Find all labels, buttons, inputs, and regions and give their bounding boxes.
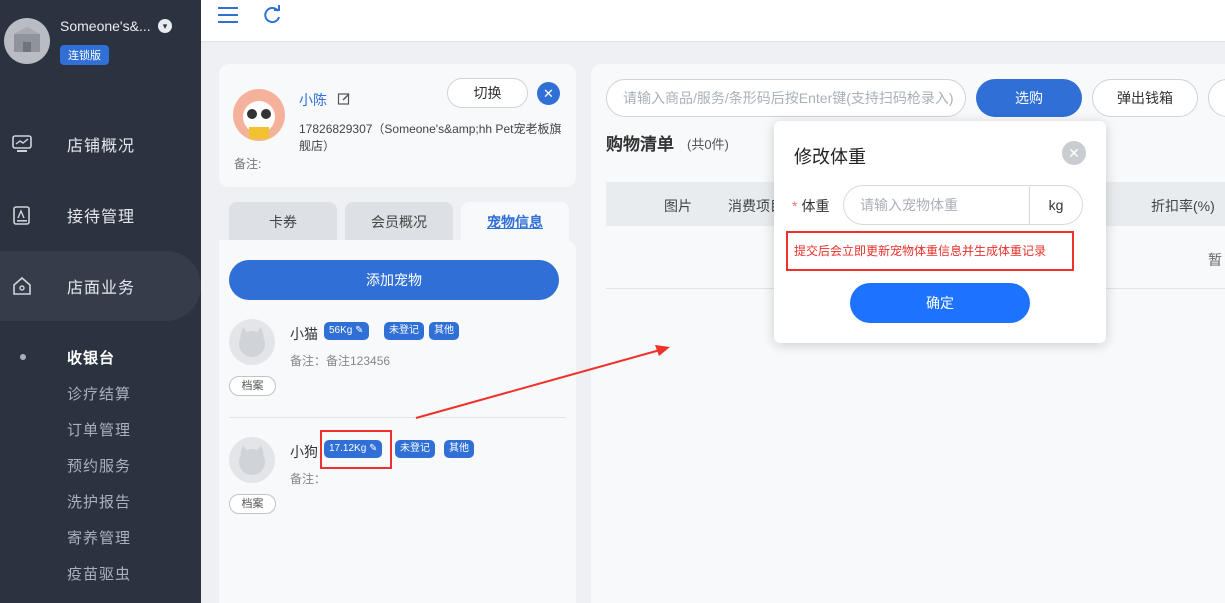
member-card: 小陈 切换 ✕ 17826829307（Someone's&amp;hh Pet… — [219, 64, 576, 187]
pet-status-tag: 未登记 — [395, 440, 435, 458]
add-pet-button[interactable]: 添加宠物 — [229, 260, 559, 300]
weight-input[interactable]: 请输入宠物体重 — [843, 185, 1030, 225]
sidebar-item-reception[interactable]: 接待管理 — [0, 180, 201, 250]
pet-type-tag: 其他 — [429, 322, 459, 340]
submenu-item-boarding[interactable]: 寄养管理 — [67, 527, 131, 548]
tab-coupons[interactable]: 卡券 — [229, 202, 337, 242]
product-search-input[interactable]: 请输入商品/服务/条形码后按Enter键(支持扫码枪录入) — [606, 79, 966, 117]
edition-badge: 连锁版 — [60, 45, 109, 65]
active-dot — [20, 354, 26, 360]
pencil-icon: ✎ — [355, 325, 364, 336]
member-avatar — [233, 89, 285, 141]
pet-note: 备注：备注123456 — [290, 354, 391, 368]
pet-panel: 添加宠物 小猫 56Kg ✎ 未登记 其他 备注：备注123456 档案 小狗 … — [219, 240, 576, 603]
submenu-item-appointments[interactable]: 预约服务 — [67, 455, 131, 476]
store-switcher[interactable]: Someone's&... ▾ 连锁版 — [4, 16, 201, 66]
pet-name: 小猫 — [290, 326, 318, 342]
pet-avatar — [229, 319, 275, 365]
member-note: 备注: — [234, 157, 262, 171]
pet-file-button[interactable]: 档案 — [229, 494, 276, 514]
sidebar-item-label: 店面业务 — [67, 280, 136, 297]
clipboard-icon — [13, 206, 30, 225]
weight-unit: kg — [1029, 185, 1083, 225]
pet-weight: 56Kg — [329, 325, 353, 336]
weight-label-text: 体重 — [801, 198, 830, 214]
sidebar-item-storefront[interactable]: 店面业务 — [0, 251, 201, 321]
pet-avatar — [229, 437, 275, 483]
confirm-button[interactable]: 确定 — [850, 283, 1030, 323]
top-bar — [201, 0, 1225, 42]
open-cash-drawer-button[interactable]: 弹出钱箱 — [1092, 79, 1198, 117]
tab-member-overview[interactable]: 会员概况 — [345, 202, 453, 242]
column-image: 图片 — [664, 198, 692, 214]
modal-tip: 提交后会立即更新宠物体重信息并生成体重记录 — [786, 231, 1074, 271]
more-button[interactable] — [1208, 79, 1225, 117]
sidebar: Someone's&... ▾ 连锁版 店铺概况 接待管理 店面业务 收银台 诊… — [0, 0, 201, 603]
monitor-icon — [12, 135, 32, 152]
sidebar-item-label: 店铺概况 — [67, 138, 136, 155]
weight-label: * 体重 — [792, 196, 829, 216]
cart-empty-text: 暂 — [1208, 252, 1222, 268]
switch-member-button[interactable]: 切换 — [447, 78, 528, 108]
cart-title: 购物清单 — [606, 135, 674, 154]
submenu-item-clinic-settlement[interactable]: 诊疗结算 — [67, 383, 131, 404]
pet-note: 备注： — [290, 472, 327, 486]
submenu-item-orders[interactable]: 订单管理 — [67, 419, 131, 440]
sidebar-item-store-overview[interactable]: 店铺概况 — [0, 109, 201, 179]
store-name: Someone's&... — [60, 18, 151, 34]
modal-title: 修改体重 — [794, 147, 866, 167]
pick-products-button[interactable]: 选购 — [976, 79, 1082, 117]
member-phone-store: 17826829307（Someone's&amp;hh Pet宠老板旗舰店） — [299, 122, 562, 153]
edit-icon[interactable] — [337, 92, 351, 106]
annotation-highlight-box — [320, 430, 392, 469]
pet-weight-tag[interactable]: 56Kg ✎ — [324, 322, 369, 340]
close-member-icon[interactable]: ✕ — [537, 82, 560, 105]
pet-status-tag: 未登记 — [384, 322, 424, 340]
chevron-down-icon[interactable]: ▾ — [158, 19, 172, 33]
cart-count: (共0件) — [687, 137, 729, 152]
refresh-icon[interactable] — [261, 4, 283, 26]
hamburger-icon[interactable] — [217, 4, 239, 26]
required-mark: * — [792, 198, 798, 214]
member-name[interactable]: 小陈 — [299, 90, 327, 110]
close-icon[interactable]: ✕ — [1062, 141, 1086, 165]
home-icon — [13, 276, 31, 295]
column-discount: 折扣率(%) — [1151, 198, 1215, 214]
tab-pet-info[interactable]: 宠物信息 — [461, 202, 569, 242]
submenu-item-cashier[interactable]: 收银台 — [67, 347, 115, 368]
pet-file-button[interactable]: 档案 — [229, 376, 276, 396]
submenu-item-grooming-report[interactable]: 洗护报告 — [67, 491, 131, 512]
sidebar-item-label: 接待管理 — [67, 209, 136, 226]
edit-weight-modal: 修改体重 ✕ * 体重 请输入宠物体重 kg 提交后会立即更新宠物体重信息并生成体… — [774, 121, 1106, 343]
pet-name: 小狗 — [290, 444, 318, 460]
submenu-item-vaccine[interactable]: 疫苗驱虫 — [67, 563, 131, 584]
pet-divider — [229, 417, 566, 418]
store-avatar — [4, 18, 50, 64]
member-tabs: 卡券 会员概况 宠物信息 — [219, 200, 576, 242]
pet-type-tag: 其他 — [444, 440, 474, 458]
